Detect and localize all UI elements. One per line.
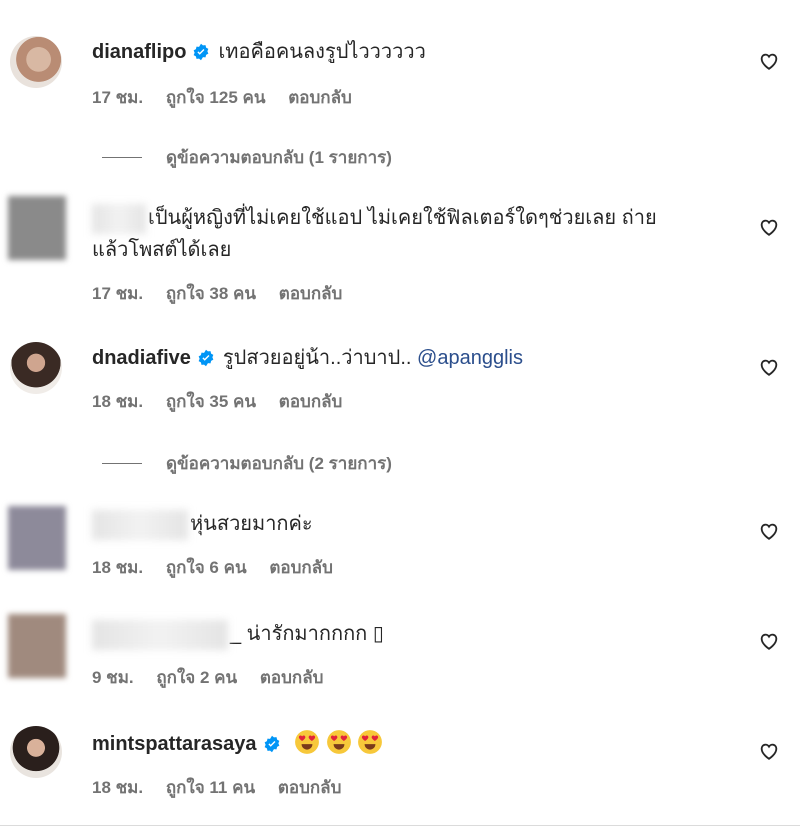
comment-text: แล้วโพสต์ได้เลย bbox=[92, 239, 232, 261]
heart-icon[interactable] bbox=[758, 520, 780, 542]
avatar[interactable] bbox=[8, 614, 66, 678]
heart-icon[interactable] bbox=[758, 740, 780, 762]
missing-glyph: ▯ bbox=[372, 623, 384, 645]
view-replies-button[interactable]: ดูข้อความตอบกลับ (1 รายการ) bbox=[102, 144, 392, 171]
divider bbox=[0, 825, 800, 826]
username-blurred[interactable] bbox=[92, 509, 188, 540]
comment-text-line: dianaflipo เทอคือคนลงรูปไวววววว bbox=[92, 36, 730, 68]
comment-text-line: mintspattarasaya bbox=[92, 728, 730, 760]
comment-text: หุ่นสวยมากค่ะ bbox=[190, 513, 313, 535]
view-replies-label: ดูข้อความตอบกลับ (1 รายการ) bbox=[166, 148, 392, 167]
view-replies-button[interactable]: ดูข้อความตอบกลับ (2 รายการ) bbox=[102, 450, 392, 477]
timestamp[interactable]: 18 ชม. bbox=[92, 778, 143, 797]
avatar[interactable] bbox=[8, 196, 66, 260]
comment-text: เป็นผู้หญิงที่ไม่เคยใช้แอป ไม่เคยใช้ฟิลเ… bbox=[148, 207, 657, 229]
username-blurred[interactable] bbox=[92, 619, 228, 650]
avatar[interactable] bbox=[10, 726, 62, 778]
comment-meta: 9 ชม. ถูกใจ 2 คน ตอบกลับ bbox=[92, 664, 341, 691]
avatar[interactable] bbox=[8, 506, 66, 570]
comment-text: เทอคือคนลงรูปไวววววว bbox=[218, 41, 426, 63]
like-count[interactable]: ถูกใจ 35 คน bbox=[166, 392, 256, 411]
mention-link[interactable]: @apangglis bbox=[417, 347, 523, 369]
comment-text-line: หุ่นสวยมากค่ะ bbox=[92, 508, 730, 540]
heart-eyes-emoji-icon bbox=[295, 730, 320, 754]
divider bbox=[102, 463, 142, 464]
username-blurred[interactable] bbox=[92, 203, 146, 234]
timestamp[interactable]: 18 ชม. bbox=[92, 392, 143, 411]
timestamp[interactable]: 17 ชม. bbox=[92, 284, 143, 303]
timestamp[interactable]: 9 ชม. bbox=[92, 668, 134, 687]
comment-text-line: _ น่ารักมากกกก ▯ bbox=[92, 618, 730, 650]
username[interactable]: dnadiafive bbox=[92, 347, 191, 369]
like-count[interactable]: ถูกใจ 125 คน bbox=[166, 88, 266, 107]
comment-meta: 17 ชม. ถูกใจ 38 คน ตอบกลับ bbox=[92, 280, 360, 307]
timestamp[interactable]: 17 ชม. bbox=[92, 88, 143, 107]
heart-icon[interactable] bbox=[758, 50, 780, 72]
heart-eyes-emoji-icon bbox=[326, 730, 351, 754]
avatar[interactable] bbox=[10, 342, 62, 394]
heart-icon[interactable] bbox=[758, 216, 780, 238]
heart-icon[interactable] bbox=[758, 356, 780, 378]
comment-text-line: dnadiafive รูปสวยอยู่น้า..ว่าบาป.. @apang… bbox=[92, 342, 730, 374]
comment-meta: 18 ชม. ถูกใจ 11 คน ตอบกลับ bbox=[92, 774, 359, 801]
username[interactable]: mintspattarasaya bbox=[92, 733, 257, 755]
comment-text-line: เป็นผู้หญิงที่ไม่เคยใช้แอป ไม่เคยใช้ฟิลเ… bbox=[92, 202, 730, 234]
verified-badge-icon bbox=[264, 735, 279, 753]
username[interactable]: dianaflipo bbox=[92, 41, 186, 63]
heart-eyes-emoji-icon bbox=[358, 730, 383, 754]
reply-button[interactable]: ตอบกลับ bbox=[279, 284, 343, 303]
divider bbox=[102, 157, 142, 158]
reply-button[interactable]: ตอบกลับ bbox=[269, 558, 333, 577]
comment-meta: 18 ชม. ถูกใจ 35 คน ตอบกลับ bbox=[92, 388, 360, 415]
like-count[interactable]: ถูกใจ 2 คน bbox=[156, 668, 237, 687]
reply-button[interactable]: ตอบกลับ bbox=[278, 778, 342, 797]
like-count[interactable]: ถูกใจ 6 คน bbox=[166, 558, 247, 577]
comment-meta: 18 ชม. ถูกใจ 6 คน ตอบกลับ bbox=[92, 554, 351, 581]
avatar[interactable] bbox=[10, 36, 62, 88]
timestamp[interactable]: 18 ชม. bbox=[92, 558, 143, 577]
comment-text: _ น่ารักมากกกก bbox=[230, 623, 368, 645]
comment-meta: 17 ชม. ถูกใจ 125 คน ตอบกลับ bbox=[92, 84, 370, 111]
reply-button[interactable]: ตอบกลับ bbox=[260, 668, 324, 687]
comment-text-line: แล้วโพสต์ได้เลย bbox=[92, 234, 730, 266]
like-count[interactable]: ถูกใจ 11 คน bbox=[166, 778, 255, 797]
verified-badge-icon bbox=[198, 349, 214, 367]
like-count[interactable]: ถูกใจ 38 คน bbox=[166, 284, 256, 303]
comment-text: รูปสวยอยู่น้า..ว่าบาป.. bbox=[222, 347, 412, 369]
heart-icon[interactable] bbox=[758, 630, 780, 652]
verified-badge-icon bbox=[194, 43, 209, 61]
reply-button[interactable]: ตอบกลับ bbox=[279, 392, 343, 411]
reply-button[interactable]: ตอบกลับ bbox=[288, 88, 352, 107]
view-replies-label: ดูข้อความตอบกลับ (2 รายการ) bbox=[166, 454, 392, 473]
